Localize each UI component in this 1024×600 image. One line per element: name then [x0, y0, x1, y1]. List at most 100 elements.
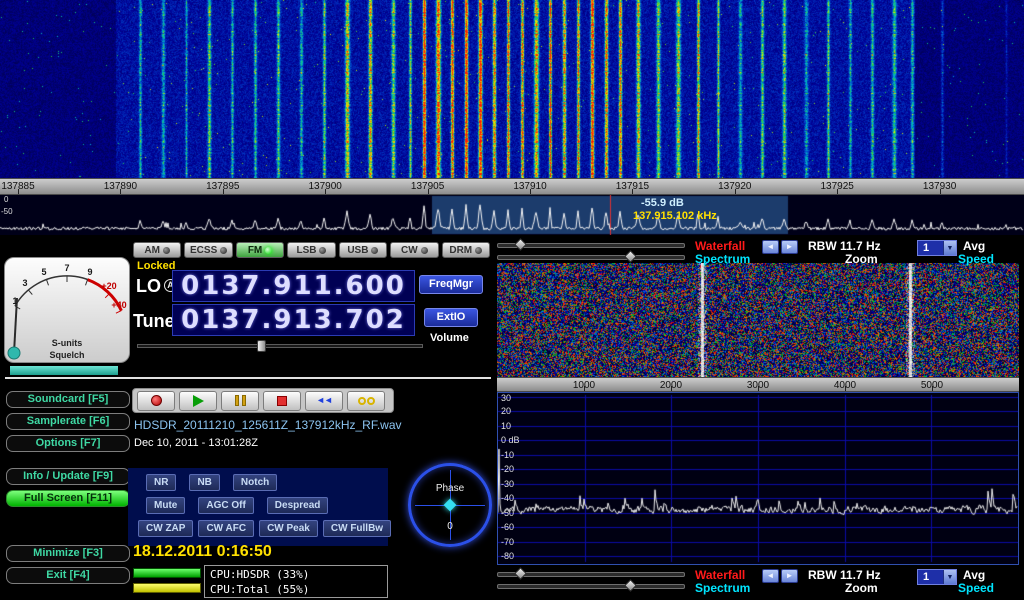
db-tick-label: 10 — [501, 421, 511, 431]
aux-waterfall-display[interactable] — [497, 263, 1019, 377]
aux-spectrum-canvas[interactable] — [498, 393, 1018, 564]
info-update-button[interactable]: Info / Update [F9] — [6, 468, 130, 485]
lo-label: LOA — [136, 276, 177, 297]
spectrum-level-slider-top[interactable] — [497, 255, 685, 260]
s-units-label: S-units — [5, 338, 129, 348]
s-meter: 13579+20+40 S-units Squelch — [4, 257, 130, 363]
mode-button-cw[interactable]: CW — [390, 242, 438, 258]
pause-button[interactable] — [221, 391, 259, 411]
mode-button-drm[interactable]: DRM — [442, 242, 490, 258]
mode-label: AM — [144, 245, 160, 256]
mode-button-am[interactable]: AM — [133, 242, 181, 258]
record-button[interactable] — [137, 391, 175, 411]
main-frequency-scale[interactable]: 1378851378901378951379001379051379101379… — [0, 178, 1024, 195]
minimize-button[interactable]: Minimize [F3] — [6, 545, 130, 562]
aux-frequency-scale[interactable]: 10002000300040005000 — [497, 377, 1019, 392]
rewind-button[interactable]: ◄◄ — [305, 391, 343, 411]
rbw-up-button-top[interactable]: ► — [781, 240, 798, 254]
locked-indicator: Locked — [137, 260, 176, 272]
slider-handle[interactable] — [624, 250, 637, 263]
spectrum-mode-label-bottom[interactable]: Spectrum — [695, 581, 750, 595]
db-tick-label: 30 — [501, 393, 511, 403]
cpu-hdsdr-bar — [133, 568, 201, 578]
svg-text:9: 9 — [87, 267, 92, 277]
lo-frequency-display[interactable]: 0137.911.600 — [172, 270, 415, 302]
rbw-up-button-bottom[interactable]: ► — [781, 569, 798, 583]
mute-button[interactable]: Mute — [146, 497, 185, 514]
squelch-level-bar[interactable] — [5, 363, 491, 379]
mode-button-fm[interactable]: FM — [236, 242, 284, 258]
main-waterfall-display[interactable] — [0, 0, 1024, 178]
mode-led-icon — [319, 247, 326, 254]
slider-handle[interactable] — [514, 238, 527, 251]
volume-slider[interactable] — [137, 340, 423, 352]
options-button[interactable]: Options [F7] — [6, 435, 130, 452]
notch-button[interactable]: Notch — [233, 474, 277, 491]
tune-frequency-display[interactable]: 0137.913.702 — [172, 304, 415, 336]
freqmgr-button[interactable]: FreqMgr — [419, 275, 483, 294]
nb-button[interactable]: NB — [189, 474, 219, 491]
frequency-tick-label: 4000 — [834, 380, 856, 391]
mode-button-ecss[interactable]: ECSS — [184, 242, 232, 258]
mode-label: CW — [401, 245, 418, 256]
cw-zap-button[interactable]: CW ZAP — [138, 520, 193, 537]
samplerate-button[interactable]: Samplerate [F6] — [6, 413, 130, 430]
mode-button-usb[interactable]: USB — [339, 242, 387, 258]
stop-button[interactable] — [263, 391, 301, 411]
waterfall-mode-label-top[interactable]: Waterfall — [695, 239, 745, 253]
db-tick-label: 0 dB — [501, 435, 520, 445]
volume-thumb[interactable] — [257, 340, 266, 352]
chevron-down-icon[interactable]: ▼ — [943, 241, 956, 255]
play-button[interactable] — [179, 391, 217, 411]
mode-led-icon — [220, 247, 227, 254]
cpu-total-bar — [133, 583, 201, 593]
mode-button-lsb[interactable]: LSB — [287, 242, 335, 258]
waterfall-mode-label-bottom[interactable]: Waterfall — [695, 568, 745, 582]
nr-button[interactable]: NR — [146, 474, 176, 491]
mode-button-row: AM ECSSFMLSBUSB CW DRM — [133, 242, 490, 259]
slider-handle[interactable] — [624, 579, 637, 592]
chevron-down-icon[interactable]: ▼ — [943, 570, 956, 584]
avg-select-top[interactable]: 1▼ — [917, 240, 957, 256]
main-spectrum-canvas[interactable] — [0, 195, 1024, 235]
extio-button[interactable]: ExtIO — [424, 308, 478, 327]
cw-fullbw-button[interactable]: CW FullBw — [323, 520, 391, 537]
pause-icon — [235, 395, 246, 406]
svg-text:3: 3 — [22, 278, 27, 288]
soundcard-button[interactable]: Soundcard [F5] — [6, 391, 130, 408]
phase-indicator: Phase 0 — [408, 463, 492, 547]
signal-db-readout: -55.9 dB — [641, 197, 684, 209]
zoom-label-top: Zoom — [845, 252, 878, 266]
db-tick-label: -80 — [501, 551, 514, 561]
frequency-tick-label: 1000 — [573, 380, 595, 391]
cw-peak-button[interactable]: CW Peak — [259, 520, 318, 537]
spectrum-mode-label-top[interactable]: Spectrum — [695, 252, 750, 266]
record-icon — [151, 395, 162, 406]
loop-button[interactable] — [347, 391, 385, 411]
play-icon — [193, 395, 204, 407]
rbw-value-label-bottom: RBW 11.7 Hz — [808, 568, 881, 582]
main-spectrum-display[interactable]: 0 -50 -55.9 dB 137.915.102 kHz — [0, 195, 1024, 235]
svg-text:1: 1 — [12, 296, 17, 306]
cw-afc-button[interactable]: CW AFC — [198, 520, 254, 537]
rbw-down-button-top[interactable]: ◄ — [762, 240, 779, 254]
spectrum-level-slider-bottom[interactable] — [497, 584, 685, 589]
full-screen-button[interactable]: Full Screen [F11] — [6, 490, 130, 507]
exit-button[interactable]: Exit [F4] — [6, 567, 130, 584]
db-tick-label: 20 — [501, 406, 511, 416]
loop-icon — [358, 397, 375, 405]
db-tick-label: -10 — [501, 450, 514, 460]
agc-off-button[interactable]: AGC Off — [198, 497, 253, 514]
phase-label: Phase — [408, 483, 492, 494]
frequency-tick-label: 137910 — [513, 181, 546, 192]
aux-spectrum-display[interactable]: 3020100 dB-10-20-30-40-50-60-70-80 — [497, 392, 1019, 565]
frequency-tick-label: 137930 — [923, 181, 956, 192]
db-tick-label: -20 — [501, 464, 514, 474]
waterfall-level-slider-top[interactable] — [497, 243, 685, 248]
rbw-down-button-bottom[interactable]: ◄ — [762, 569, 779, 583]
waterfall-level-slider-bottom[interactable] — [497, 572, 685, 577]
mode-led-icon — [371, 247, 378, 254]
avg-select-bottom[interactable]: 1▼ — [917, 569, 957, 585]
despread-button[interactable]: Despread — [267, 497, 329, 514]
slider-handle[interactable] — [514, 567, 527, 580]
